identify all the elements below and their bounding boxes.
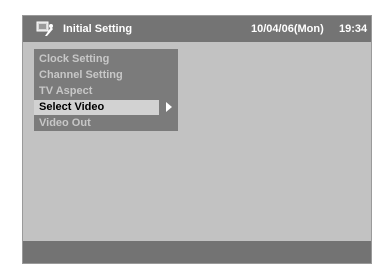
title-bar: Initial Setting 10/04/06(Mon) 19:34 — [23, 16, 371, 42]
menu-item-label: Video Out — [39, 117, 91, 129]
time-display: 19:34 — [339, 23, 368, 35]
settings-screen: Initial Setting 10/04/06(Mon) 19:34 Cloc… — [22, 15, 372, 264]
menu-item-channel-setting[interactable]: Channel Setting — [34, 68, 178, 83]
page-title: Initial Setting — [63, 23, 133, 35]
menu-item-tv-aspect[interactable]: TV Aspect — [34, 84, 178, 99]
menu-item-video-out[interactable]: Video Out — [34, 116, 178, 131]
menu-item-label: Select Video — [39, 101, 105, 113]
menu-item-label: Clock Setting — [39, 53, 110, 65]
menu-item-clock-setting[interactable]: Clock Setting — [34, 52, 178, 67]
menu-item-label: TV Aspect — [39, 85, 93, 97]
date-display: 10/04/06(Mon) — [251, 23, 324, 35]
settings-menu: Clock Setting Channel Setting TV Aspect … — [34, 49, 178, 131]
settings-icon — [36, 21, 54, 37]
menu-item-label: Channel Setting — [39, 69, 123, 81]
menu-item-select-video[interactable]: Select Video — [34, 100, 159, 115]
chevron-right-icon — [166, 102, 172, 112]
status-bar — [23, 241, 371, 263]
